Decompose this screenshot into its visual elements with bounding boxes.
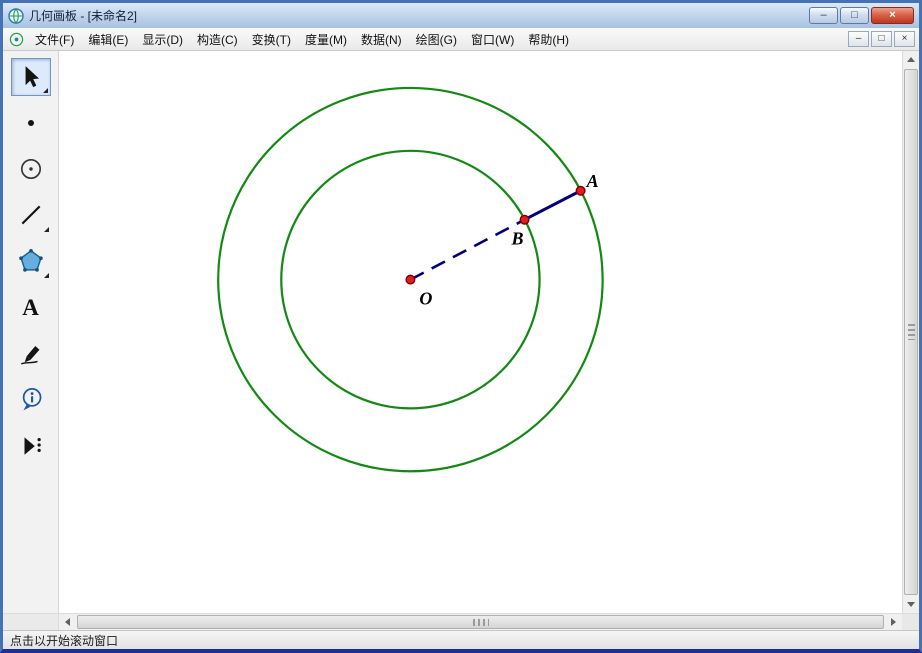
menu-help[interactable]: 帮助(H) [521,27,576,52]
scroll-down-icon [907,602,915,607]
statusbar: 点击以开始滚动窗口 [3,630,919,649]
circle-icon [18,156,44,182]
app-window: 几何画板 - [未命名2] – □ × 文件(F) 编辑(E) 显示(D) 构造… [0,0,922,653]
segment-OB-dashed[interactable] [410,220,524,280]
point-O[interactable] [406,275,415,284]
vertical-scroll-thumb[interactable] [904,69,918,595]
scroll-left-button[interactable] [59,614,76,630]
maximize-button[interactable]: □ [840,7,869,24]
menu-transform[interactable]: 变换(T) [245,27,298,52]
scroll-right-button[interactable] [885,614,902,630]
submenu-corner-icon [44,227,49,232]
document-icon [9,32,24,47]
horizontal-scrollbar[interactable] [3,613,919,630]
window-title: 几何画板 - [未命名2] [29,7,137,24]
text-tool-icon: A [22,296,39,319]
selection-arrow-icon [18,64,44,90]
label-A[interactable]: A [586,171,599,191]
menu-construct[interactable]: 构造(C) [190,27,245,52]
point-A[interactable] [576,186,585,195]
menu-graph[interactable]: 绘图(G) [409,27,464,52]
workspace: A [3,51,919,613]
vertical-scrollbar[interactable] [902,51,919,613]
menubar: 文件(F) 编辑(E) 显示(D) 构造(C) 变换(T) 度量(M) 数据(N… [3,28,919,51]
information-tool[interactable] [11,380,51,418]
menu-measure[interactable]: 度量(M) [298,27,354,52]
horizontal-scroll-track[interactable] [76,614,885,630]
selection-arrow-tool[interactable] [11,58,51,96]
mdi-close-button[interactable]: × [894,31,915,47]
polygon-icon [17,247,45,275]
submenu-corner-icon [44,273,49,278]
segment-BA-solid[interactable] [525,191,581,220]
sketch-canvas[interactable]: O B A [59,51,902,613]
label-O[interactable]: O [419,289,432,309]
menu-window[interactable]: 窗口(W) [464,27,521,52]
marker-tool[interactable] [11,334,51,372]
scroll-down-button[interactable] [903,596,919,613]
vertical-scroll-track[interactable] [903,68,919,596]
info-icon [18,386,44,412]
mdi-minimize-button[interactable]: – [848,31,869,47]
app-icon [8,8,24,24]
scroll-grip-icon [473,619,489,626]
point-tool[interactable] [11,104,51,142]
scrollbar-corner [902,614,919,630]
scroll-right-icon [891,618,896,626]
custom-tool[interactable] [11,426,51,464]
status-text: 点击以开始滚动窗口 [10,632,118,649]
label-B[interactable]: B [511,229,524,249]
segment-icon [18,202,44,228]
polygon-tool[interactable] [11,242,51,280]
point-B[interactable] [520,215,529,224]
text-tool[interactable]: A [11,288,51,326]
tool-palette: A [3,51,59,613]
scrollbar-spacer [3,614,59,630]
menu-file[interactable]: 文件(F) [28,27,81,52]
scroll-up-icon [907,57,915,62]
compass-tool[interactable] [11,150,51,188]
scroll-grip-icon [908,324,915,340]
scroll-up-button[interactable] [903,51,919,68]
horizontal-scroll-thumb[interactable] [77,615,884,629]
minimize-button[interactable]: – [809,7,838,24]
scroll-left-icon [65,618,70,626]
custom-tool-icon [18,432,44,458]
straightedge-tool[interactable] [11,196,51,234]
close-button[interactable]: × [871,7,914,24]
menu-display[interactable]: 显示(D) [135,27,190,52]
marker-icon [18,340,44,366]
titlebar[interactable]: 几何画板 - [未命名2] – □ × [3,3,919,28]
submenu-corner-icon [43,88,48,93]
point-icon [19,111,43,135]
menu-data[interactable]: 数据(N) [354,27,409,52]
menu-edit[interactable]: 编辑(E) [81,27,135,52]
mdi-restore-button[interactable]: □ [871,31,892,47]
